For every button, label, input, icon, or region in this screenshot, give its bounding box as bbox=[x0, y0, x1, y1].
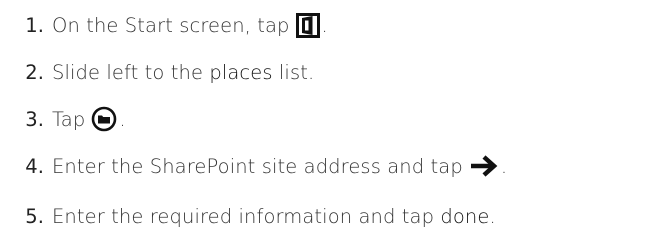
places-keyword: places bbox=[209, 60, 273, 84]
step-5-text-before: Enter the required information and tap bbox=[52, 204, 435, 228]
step-number: 3. bbox=[25, 107, 44, 131]
step-text: Tap . bbox=[52, 106, 126, 132]
step-3: 3. Tap . bbox=[0, 102, 663, 136]
step-3-end: . bbox=[119, 107, 126, 131]
arrow-right-icon bbox=[469, 155, 499, 177]
step-5: 5. Enter the required information and ta… bbox=[0, 199, 663, 233]
step-4-end: . bbox=[500, 154, 508, 178]
step-text: Enter the SharePoint site address and ta… bbox=[52, 155, 507, 178]
instruction-steps: 1. On the Start screen, tap . 2. Slide l… bbox=[0, 0, 663, 252]
done-keyword: done bbox=[440, 204, 490, 228]
step-3-text: Tap bbox=[52, 107, 86, 131]
step-number: 4. bbox=[25, 154, 44, 178]
office-tile-icon bbox=[295, 12, 320, 38]
step-number: 1. bbox=[25, 13, 44, 37]
add-place-icon bbox=[91, 106, 117, 132]
step-2-text-before: Slide left to the bbox=[52, 60, 204, 84]
step-number: 2. bbox=[25, 60, 44, 84]
step-4-text: Enter the SharePoint site address and ta… bbox=[52, 154, 463, 178]
step-4: 4. Enter the SharePoint site address and… bbox=[0, 149, 663, 183]
step-2: 2. Slide left to the places list. bbox=[0, 55, 663, 89]
step-text: Enter the required information and tap d… bbox=[52, 205, 496, 228]
step-text: Slide left to the places list. bbox=[52, 61, 314, 84]
step-1-text: On the Start screen, tap bbox=[52, 13, 290, 37]
step-text: On the Start screen, tap . bbox=[52, 12, 328, 38]
step-1: 1. On the Start screen, tap . bbox=[0, 8, 663, 42]
step-2-text-after: list. bbox=[278, 60, 315, 84]
step-5-end: . bbox=[489, 204, 496, 228]
step-1-end: . bbox=[321, 13, 328, 37]
step-number: 5. bbox=[25, 204, 44, 228]
